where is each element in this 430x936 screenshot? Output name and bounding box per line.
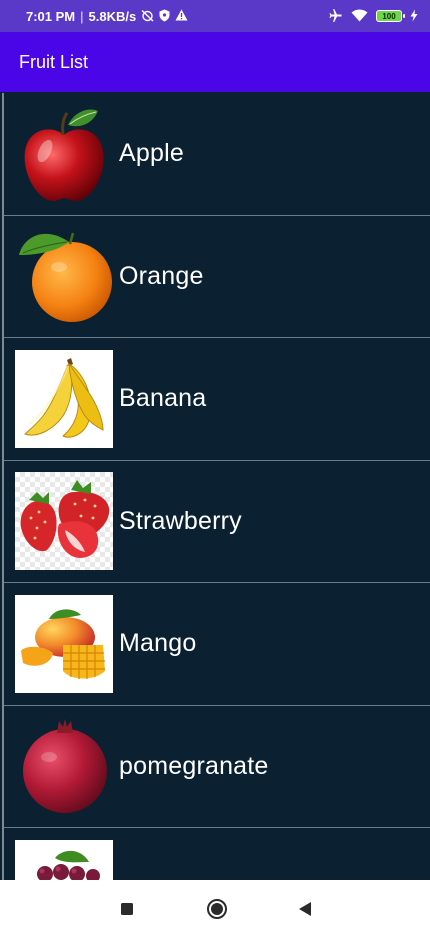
fruit-name: Strawberry — [119, 506, 242, 535]
fruit-list[interactable]: Apple Orange Banana Strawberry Mango pom… — [2, 93, 430, 880]
app-bar: Fruit List — [0, 32, 430, 92]
banana-icon — [15, 349, 113, 448]
apple-icon — [15, 105, 113, 203]
mango-icon — [15, 594, 113, 693]
warning-icon — [175, 9, 188, 23]
charging-icon — [410, 9, 418, 24]
grapes-icon — [15, 840, 113, 880]
battery-level: 100 — [382, 11, 396, 21]
battery-icon: 100 — [376, 10, 405, 22]
home-button[interactable] — [206, 898, 228, 920]
vpn-shield-icon — [159, 9, 170, 24]
strawberry-icon — [15, 472, 113, 571]
pomegranate-icon — [15, 717, 113, 815]
home-icon — [207, 899, 227, 919]
fruit-name: Banana — [119, 384, 207, 413]
list-item-mango[interactable]: Mango — [4, 583, 430, 706]
list-item-strawberry[interactable]: Strawberry — [4, 461, 430, 583]
list-item-grapes[interactable] — [4, 828, 430, 880]
fruit-name: Mango — [119, 629, 197, 658]
back-button[interactable] — [294, 898, 316, 920]
wifi-icon — [351, 9, 368, 24]
list-item-apple[interactable]: Apple — [4, 93, 430, 216]
fruit-name: Apple — [119, 139, 184, 168]
list-item-pomegranate[interactable]: pomegranate — [4, 706, 430, 828]
app-title: Fruit List — [19, 51, 89, 72]
list-item-banana[interactable]: Banana — [4, 338, 430, 461]
list-item-orange[interactable]: Orange — [4, 216, 430, 338]
navigation-bar — [0, 880, 430, 936]
status-time: 7:01 PM — [26, 8, 76, 24]
alarm-off-icon — [141, 9, 154, 24]
status-separator: | — [80, 8, 84, 24]
network-speed: 5.8KB/s — [88, 8, 137, 24]
back-icon — [299, 902, 311, 916]
status-right: 100 — [328, 8, 418, 24]
status-left: 7:01 PM | 5.8KB/s — [26, 9, 188, 24]
airplane-icon — [328, 8, 343, 24]
recents-button[interactable] — [116, 898, 138, 920]
status-bar: 7:01 PM | 5.8KB/s 100 — [0, 0, 430, 32]
fruit-name: pomegranate — [119, 751, 269, 780]
orange-icon — [15, 227, 113, 325]
fruit-name: Orange — [119, 261, 204, 290]
recents-icon — [121, 903, 133, 915]
